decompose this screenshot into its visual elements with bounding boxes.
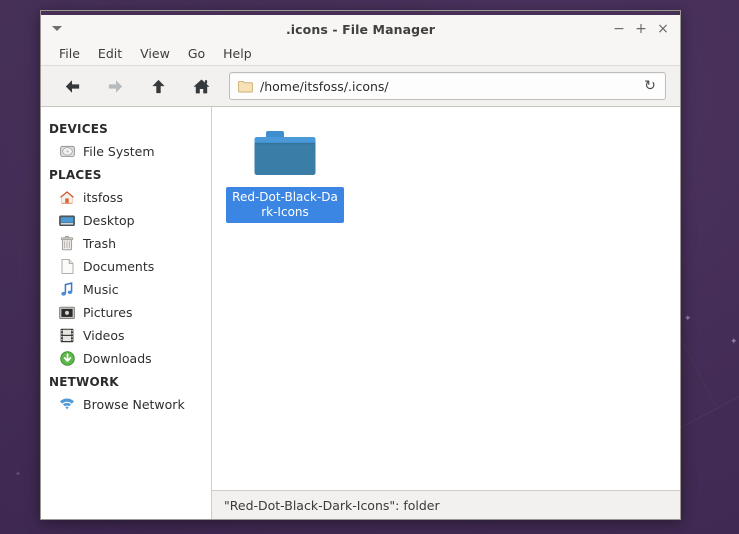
file-item-folder[interactable]: Red-Dot-Black-Dark-Icons [226,121,344,223]
sidebar-item-documents[interactable]: Documents [41,255,211,278]
back-button[interactable] [51,71,94,101]
reload-icon[interactable]: ↻ [641,77,659,95]
menu-view[interactable]: View [131,44,179,63]
menu-file[interactable]: File [50,44,89,63]
home-button[interactable] [180,71,223,101]
toolbar: /home/itsfoss/.icons/ ↻ [41,66,680,107]
arrow-up-icon [149,77,168,96]
path-input[interactable]: /home/itsfoss/.icons/ [260,79,641,94]
sidebar-item-itsfoss[interactable]: itsfoss [41,186,211,209]
sidebar-item-label: Desktop [83,213,135,228]
sidebar-header-devices: DEVICES [41,117,211,140]
network-wifi-icon [59,397,75,413]
sidebar-item-label: Music [83,282,119,297]
sidebar-item-music[interactable]: Music [41,278,211,301]
download-icon [59,351,75,367]
sidebar-item-label: Browse Network [83,397,185,412]
film-icon [59,328,75,344]
home-icon [59,190,75,206]
sidebar-item-label: itsfoss [83,190,123,205]
up-button[interactable] [137,71,180,101]
music-note-icon [59,282,75,298]
window-titlebar[interactable]: .icons - File Manager − + × [41,11,680,42]
hard-drive-icon [59,144,75,160]
desktop-icon [59,213,75,229]
content-column: Red-Dot-Black-Dark-Icons "Red-Dot-Black-… [212,107,680,519]
menu-go[interactable]: Go [179,44,214,63]
arrow-right-icon [106,77,125,96]
sidebar-item-label: Pictures [83,305,133,320]
wallpaper-star-icon: ✦ [684,315,692,324]
file-list-area[interactable]: Red-Dot-Black-Dark-Icons [212,107,680,490]
arrow-left-icon [63,77,82,96]
sidebar-item-file-system[interactable]: File System [41,140,211,163]
sidebar-item-videos[interactable]: Videos [41,324,211,347]
sidebar-item-label: Videos [83,328,125,343]
window-controls: − + × [609,20,673,38]
sidebar-item-desktop[interactable]: Desktop [41,209,211,232]
sidebar-item-trash[interactable]: Trash [41,232,211,255]
file-manager-window: .icons - File Manager − + × File Edit Vi… [40,10,681,520]
minimize-button[interactable]: − [609,20,629,38]
forward-button[interactable] [94,71,137,101]
sidebar-item-label: Trash [83,236,116,251]
status-text: "Red-Dot-Black-Dark-Icons": folder [224,498,440,513]
wallpaper-star-icon: ✦ [730,338,738,347]
window-title: .icons - File Manager [41,22,680,37]
statusbar: "Red-Dot-Black-Dark-Icons": folder [212,490,680,519]
window-body: DEVICES File System PLACES [41,107,680,519]
close-button[interactable]: × [653,20,673,38]
document-icon [59,259,75,275]
menubar: File Edit View Go Help [41,42,680,66]
menu-edit[interactable]: Edit [89,44,131,63]
maximize-button[interactable]: + [631,20,651,38]
sidebar-item-label: File System [83,144,155,159]
folder-icon [249,121,321,183]
sidebar: DEVICES File System PLACES [41,107,212,519]
path-bar[interactable]: /home/itsfoss/.icons/ ↻ [229,72,666,100]
sidebar-header-network: NETWORK [41,370,211,393]
file-item-label: Red-Dot-Black-Dark-Icons [226,187,344,223]
sidebar-item-downloads[interactable]: Downloads [41,347,211,370]
sidebar-item-label: Downloads [83,351,152,366]
sidebar-item-browse-network[interactable]: Browse Network [41,393,211,416]
trash-icon [59,236,75,252]
sidebar-header-places: PLACES [41,163,211,186]
picture-icon [59,305,75,321]
sidebar-item-pictures[interactable]: Pictures [41,301,211,324]
home-icon [192,77,211,96]
menu-help[interactable]: Help [214,44,261,63]
sidebar-item-label: Documents [83,259,154,274]
wallpaper-star-icon: ✦ [15,470,21,479]
folder-icon [238,80,253,93]
